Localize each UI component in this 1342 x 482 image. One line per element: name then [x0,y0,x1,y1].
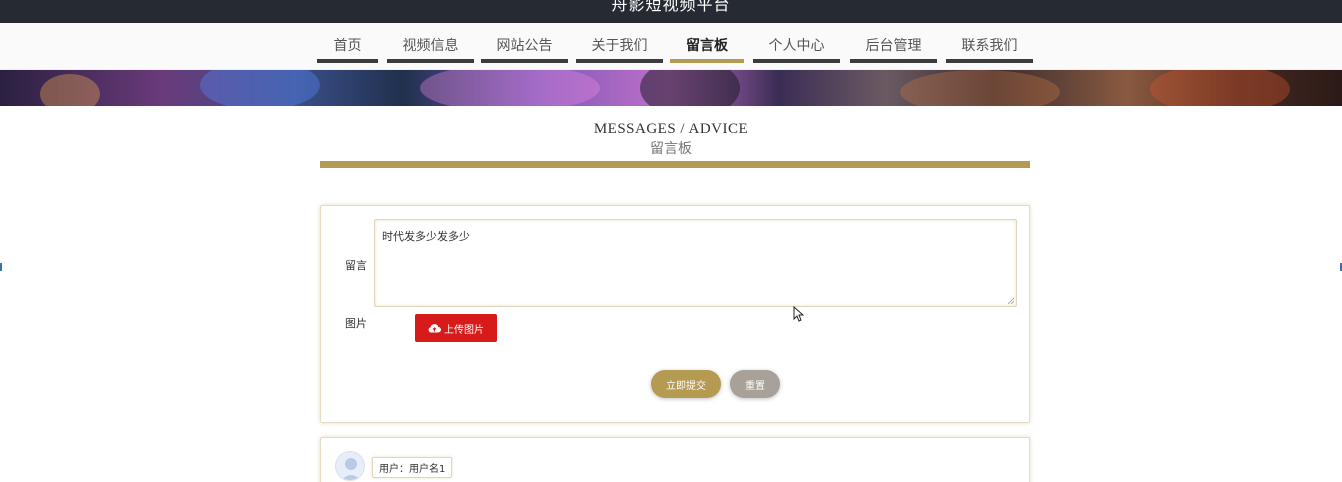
nav-item-label: 关于我们 [591,38,648,54]
banner-light [40,74,100,106]
nav-underline [317,59,378,63]
nav-underline [481,59,568,63]
banner-light [1150,70,1290,106]
nav-item-label: 个人中心 [768,38,825,54]
message-text: 时代发多少发多少 [382,230,470,243]
nav-item-label: 留言板 [686,38,728,54]
message-textarea[interactable]: 时代发多少发多少 [374,219,1017,307]
nav-item-announcements[interactable]: 网站公告 [481,23,568,63]
banner-light [200,70,320,106]
nav-item-label: 联系我们 [961,38,1018,54]
submit-button[interactable]: 立即提交 [651,370,721,398]
resize-handle-icon[interactable] [1007,297,1014,304]
section-title-en: MESSAGES / ADVICE [593,121,749,137]
nav-underline [946,59,1033,63]
nav-underline [850,59,937,63]
nav-item-admin[interactable]: 后台管理 [850,23,937,63]
user-avatar-icon [335,451,365,481]
reset-button[interactable]: 重置 [730,370,780,398]
comment-username: 用户：用户名1 [372,457,453,478]
nav-underline [387,59,474,63]
nav-item-label: 首页 [333,38,362,54]
section-title-zh: 留言板 [650,141,692,157]
nav-item-home[interactable]: 首页 [317,23,378,63]
message-form: 留言 时代发多少发多少 图片 上传图片 立即提交 重置 [320,205,1030,423]
nav-item-label: 视频信息 [402,38,459,54]
nav-item-label: 网站公告 [496,38,553,54]
nav-item-about[interactable]: 关于我们 [576,23,663,63]
banner-shadow [640,70,740,106]
site-title: 舟影短视频平台 [611,0,731,14]
top-header: 舟影短视频平台 [0,0,1342,23]
nav-item-messages[interactable]: 留言板 [670,23,744,63]
cloud-upload-icon [428,324,441,333]
left-edge-marker [0,263,2,271]
nav-item-label: 后台管理 [865,38,922,54]
main-nav: 首页 视频信息 网站公告 关于我们 留言板 个人中心 后台管理 联系我们 [0,23,1342,70]
upload-image-button[interactable]: 上传图片 [415,314,497,342]
banner-light [420,70,600,106]
hero-banner [0,70,1342,106]
comment-item: 用户：用户名1 [320,437,1030,482]
upload-label: 上传图片 [444,324,484,336]
section-divider [320,161,1030,168]
nav-item-profile[interactable]: 个人中心 [753,23,840,63]
message-label: 留言 [345,259,367,272]
image-label: 图片 [345,317,367,330]
nav-underline-active [670,59,744,63]
mouse-cursor-icon [793,306,805,322]
nav-item-videos[interactable]: 视频信息 [387,23,474,63]
nav-item-contact[interactable]: 联系我们 [946,23,1033,63]
nav-underline [576,59,663,63]
banner-light [900,70,1060,106]
nav-underline [753,59,840,63]
